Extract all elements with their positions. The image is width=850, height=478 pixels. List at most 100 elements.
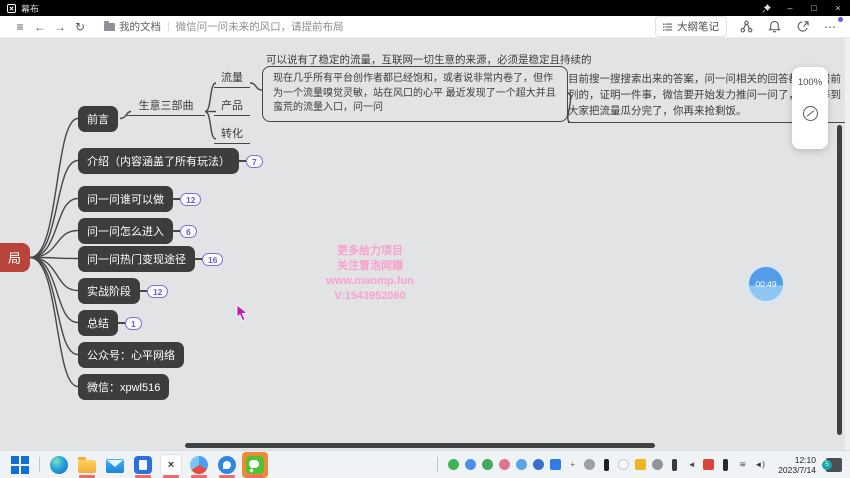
edge-icon bbox=[50, 456, 68, 474]
list-icon bbox=[663, 22, 673, 32]
blue-tray-icon[interactable] bbox=[532, 458, 545, 471]
chat-app-icon bbox=[218, 456, 236, 474]
mindmap-node[interactable]: 总结 bbox=[78, 310, 118, 336]
clock-time: 12:10 bbox=[778, 455, 816, 465]
breadcrumb-divider: | bbox=[167, 21, 170, 32]
theme-icon[interactable] bbox=[803, 106, 818, 121]
mindmap-node[interactable]: 微信：xpwl516 bbox=[78, 374, 169, 400]
mubu-app-taskbar-button[interactable] bbox=[158, 452, 184, 478]
mindmap-node[interactable]: 实战阶段 bbox=[78, 278, 140, 304]
share-icon[interactable] bbox=[793, 18, 811, 36]
volume-tray-icon[interactable]: ◄) bbox=[753, 458, 766, 471]
start-taskbar-button[interactable] bbox=[7, 452, 33, 478]
badge-connector bbox=[140, 290, 147, 292]
menu-icon[interactable]: ≡ bbox=[10, 18, 30, 36]
mindmap-node[interactable]: 前言 bbox=[78, 106, 118, 132]
mindmap-root-node[interactable]: 局 bbox=[0, 243, 30, 272]
cloud-blue-tray-icon[interactable] bbox=[515, 458, 528, 471]
folder-icon bbox=[104, 23, 115, 31]
security-tray-icon[interactable] bbox=[702, 458, 715, 471]
clock-date: 2023/7/14 bbox=[778, 465, 816, 475]
mindmap-node[interactable]: 问一问热门变现途径 bbox=[78, 246, 195, 272]
blue-square-tray-icon[interactable] bbox=[549, 458, 562, 471]
mubu-app-icon bbox=[160, 454, 182, 476]
taskbar-separator bbox=[437, 457, 438, 472]
minimize-button[interactable]: – bbox=[778, 0, 802, 16]
refresh-icon[interactable]: ↻ bbox=[70, 18, 90, 36]
watermark-line: 关注冒泡网赚 bbox=[300, 259, 440, 274]
wechat-tray-icon[interactable] bbox=[447, 458, 460, 471]
share-graph-icon[interactable] bbox=[737, 18, 755, 36]
close-button[interactable]: × bbox=[826, 0, 850, 16]
battery-tray-icon[interactable] bbox=[719, 458, 732, 471]
document-title: 微信问一问未来的风口，请提前布局 bbox=[176, 19, 344, 34]
todo-app-taskbar-button[interactable] bbox=[130, 452, 156, 478]
branch-label-trilogy[interactable]: 生意三部曲 bbox=[127, 97, 205, 116]
expand-tray-icon[interactable]: + bbox=[566, 458, 579, 471]
back-icon[interactable]: ← bbox=[30, 18, 50, 36]
notification-center-icon[interactable]: 5 bbox=[826, 458, 842, 472]
white-tray-icon[interactable] bbox=[617, 458, 630, 471]
horizontal-scrollbar[interactable] bbox=[185, 443, 655, 448]
mindmap-node[interactable]: 问一问谁可以做 bbox=[78, 186, 173, 212]
badge-connector bbox=[118, 322, 125, 324]
mic-tray-icon[interactable] bbox=[600, 458, 613, 471]
badge-connector bbox=[173, 198, 180, 200]
start-icon bbox=[11, 456, 19, 464]
pin-icon[interactable] bbox=[754, 0, 778, 16]
badge-connector bbox=[173, 230, 180, 232]
speaker-tray-icon[interactable]: ◄ bbox=[685, 458, 698, 471]
note-box[interactable]: 现在几乎所有平台创作者都已经饱和，或者说非常内卷了，但作为一个流量嗅觉灵敏，站在… bbox=[262, 66, 568, 122]
mail-taskbar-button[interactable] bbox=[102, 452, 128, 478]
sync-tray-icon[interactable] bbox=[464, 458, 477, 471]
forward-icon[interactable]: → bbox=[50, 18, 70, 36]
note-top[interactable]: 可以说有了稳定的流量，互联网一切生意的来源，必须是稳定且持续的 bbox=[266, 52, 596, 67]
notification-count: 5 bbox=[822, 460, 832, 470]
explorer-icon bbox=[78, 460, 96, 473]
gray-tray-icon[interactable] bbox=[583, 458, 596, 471]
notification-dot bbox=[838, 17, 843, 22]
mubu-logo-icon bbox=[7, 4, 16, 13]
taskbar-clock[interactable]: 12:10 2023/7/14 bbox=[778, 455, 816, 475]
explorer-taskbar-button[interactable] bbox=[74, 452, 100, 478]
node-count-badge[interactable]: 7 bbox=[246, 155, 263, 168]
shield-tray-icon[interactable] bbox=[634, 458, 647, 471]
wechat-taskbar-button[interactable] bbox=[242, 452, 268, 478]
branch-label-conversion[interactable]: 转化 bbox=[214, 125, 250, 144]
mail-icon bbox=[106, 459, 124, 473]
network-tray-icon[interactable]: ≋ bbox=[736, 458, 749, 471]
phone-tray-icon[interactable] bbox=[668, 458, 681, 471]
breadcrumb[interactable]: 我的文档 bbox=[104, 19, 161, 34]
branch-label-product[interactable]: 产品 bbox=[214, 97, 250, 116]
green-dot-tray-icon[interactable] bbox=[481, 458, 494, 471]
watermark-line: 更多给力项目 bbox=[300, 244, 440, 259]
vertical-scrollbar[interactable] bbox=[837, 125, 842, 435]
zoom-level[interactable]: 100% bbox=[798, 77, 822, 88]
node-count-badge[interactable]: 16 bbox=[202, 253, 223, 266]
zoom-panel: 100% bbox=[792, 67, 828, 149]
maximize-button[interactable]: □ bbox=[802, 0, 826, 16]
badge-connector bbox=[195, 258, 202, 260]
meeting-app-taskbar-button[interactable] bbox=[186, 452, 212, 478]
node-count-badge[interactable]: 12 bbox=[180, 193, 201, 206]
edge-taskbar-button[interactable] bbox=[46, 452, 72, 478]
node-count-badge[interactable]: 12 bbox=[147, 285, 168, 298]
mindmap-node[interactable]: 问一问怎么进入 bbox=[78, 218, 173, 244]
cloud-gray-tray-icon[interactable] bbox=[651, 458, 664, 471]
badge-connector bbox=[239, 160, 246, 162]
more-menu-button[interactable]: ⋯ bbox=[821, 20, 840, 34]
recording-timer-widget[interactable]: 00:49 bbox=[747, 265, 785, 303]
outline-note-button[interactable]: 大纲笔记 bbox=[655, 16, 727, 37]
meeting-app-icon bbox=[190, 456, 208, 474]
app-window: 幕布 – □ × ≡ ← → ↻ 我的文档 | 微信问一问未来的风口，请提前布局… bbox=[0, 0, 850, 478]
mindmap-canvas[interactable]: 局 前言介绍（内容涵盖了所有玩法） 7 问一问谁可以做 12 问一问怎么进入 6 问一问热门… bbox=[0, 38, 850, 450]
mindmap-node[interactable]: 公众号：心平网络 bbox=[78, 342, 184, 368]
pink-tray-icon[interactable] bbox=[498, 458, 511, 471]
mindmap-node[interactable]: 介绍（内容涵盖了所有玩法） bbox=[78, 148, 239, 174]
branch-label-traffic[interactable]: 流量 bbox=[214, 69, 250, 88]
chat-app-taskbar-button[interactable] bbox=[214, 452, 240, 478]
node-count-badge[interactable]: 1 bbox=[125, 317, 142, 330]
node-count-badge[interactable]: 6 bbox=[180, 225, 197, 238]
bell-icon[interactable] bbox=[765, 18, 783, 36]
window-title: 幕布 bbox=[21, 2, 39, 15]
